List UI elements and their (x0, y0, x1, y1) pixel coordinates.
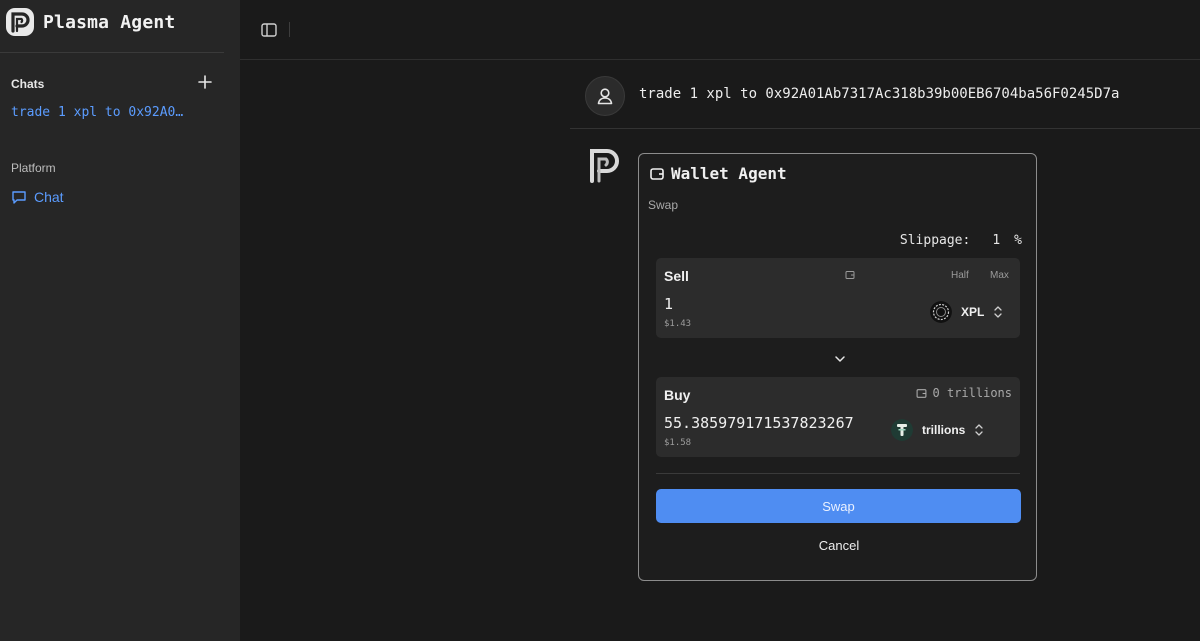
card-subtitle: Swap (648, 198, 679, 212)
xpl-token-icon (930, 301, 952, 323)
cancel-button[interactable]: Cancel (789, 538, 889, 553)
sell-usd-value: $1.43 (664, 319, 692, 329)
platform-section-title: Platform (11, 161, 56, 175)
sidebar-toggle-icon[interactable] (260, 21, 278, 39)
wallet-agent-card: Wallet Agent Swap Slippage: 1 % Sell Hal… (638, 153, 1037, 581)
sidebar-divider (0, 52, 224, 53)
max-button[interactable]: Max (990, 270, 1009, 281)
buy-label: Buy (664, 387, 691, 403)
slippage-unit: % (1014, 233, 1022, 248)
buy-panel: Buy 0 trillions 55.385979171537823267 $1… (656, 377, 1020, 457)
plasma-logo-icon (6, 8, 34, 36)
chevron-up-down-icon (994, 306, 1002, 318)
chevron-up-down-icon (975, 424, 983, 436)
slippage-label: Slippage: (899, 233, 971, 248)
sell-label: Sell (664, 268, 689, 284)
sell-token-name: XPL (961, 305, 985, 319)
trillions-token-icon (891, 419, 913, 441)
wallet-icon (845, 271, 855, 279)
wallet-icon (650, 167, 664, 180)
message-divider (570, 128, 1200, 129)
chat-bubble-icon (12, 191, 26, 204)
buy-balance: 0 trillions (916, 386, 1012, 400)
sidebar: Plasma Agent Chats trade 1 xpl to 0x92A0… (0, 0, 240, 641)
new-chat-plus-icon[interactable] (196, 73, 214, 91)
wallet-icon (916, 388, 926, 398)
card-divider (656, 473, 1020, 474)
app-title: Plasma Agent (43, 11, 176, 33)
toolbar-separator (289, 22, 290, 37)
half-button[interactable]: Half (951, 270, 969, 281)
sidebar-item-chat[interactable]: Chat (11, 189, 64, 205)
card-title: Wallet Agent (649, 164, 787, 183)
buy-token-selector[interactable]: trillions (891, 419, 984, 441)
chat-item[interactable]: trade 1 xpl to 0x92A01Ab7317Ac318b39b00E… (11, 105, 186, 120)
chevron-down-icon[interactable] (833, 352, 847, 366)
sell-token-selector[interactable]: XPL (930, 301, 1003, 323)
chats-section-title: Chats (11, 77, 45, 91)
buy-usd-value: $1.58 (664, 438, 692, 448)
sell-panel: Sell Half Max 1 $1.43 XPL (656, 258, 1020, 338)
slippage-value[interactable]: 1 (992, 233, 1000, 248)
buy-token-name: trillions (922, 423, 966, 437)
topbar-divider (240, 59, 1200, 60)
avatar (585, 76, 625, 116)
sell-amount-input[interactable]: 1 (664, 295, 673, 313)
card-title-text: Wallet Agent (671, 164, 787, 183)
user-message: trade 1 xpl to 0x92A01Ab7317Ac318b39b00E… (639, 86, 1120, 102)
slippage-setting[interactable]: Slippage: 1 % (900, 233, 1022, 248)
swap-button[interactable]: Swap (656, 489, 1021, 523)
buy-amount: 55.385979171537823267 (664, 414, 854, 432)
user-icon (597, 88, 613, 105)
brand[interactable]: Plasma Agent (5, 6, 175, 38)
plasma-logo-icon (590, 149, 619, 183)
sidebar-item-label: Chat (34, 189, 64, 205)
buy-balance-text: 0 trillions (932, 386, 1012, 400)
